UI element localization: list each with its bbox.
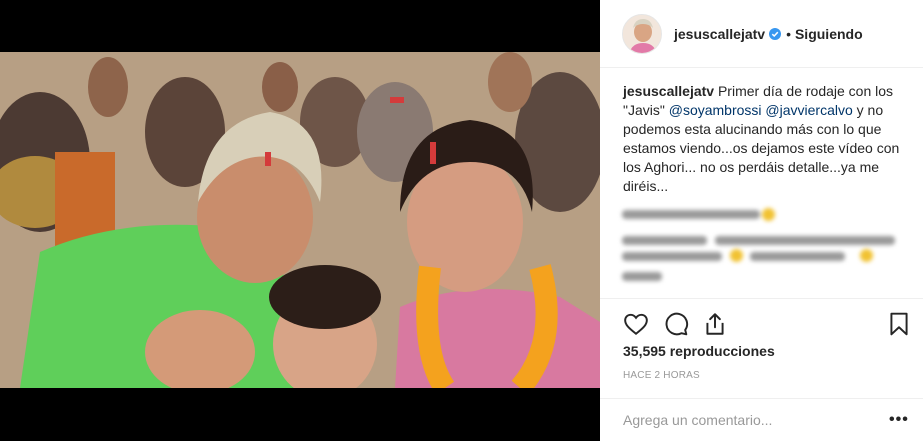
comment-icon[interactable]: [663, 311, 689, 337]
comment-input[interactable]: [623, 410, 873, 430]
post-video[interactable]: [0, 52, 600, 388]
verified-badge-icon: [769, 27, 782, 40]
caption-username-link[interactable]: jesuscallejatv: [623, 83, 714, 99]
avatar-image: [623, 14, 661, 53]
blurred-comments: [620, 202, 903, 284]
heart-icon[interactable]: [623, 311, 649, 337]
mention-link[interactable]: @javviercalvo: [765, 102, 852, 118]
post-timestamp[interactable]: HACE 2 HORAS: [623, 370, 700, 381]
share-icon[interactable]: [702, 311, 728, 337]
username-link[interactable]: jesuscallejatv: [674, 26, 765, 42]
video-frame: [0, 52, 600, 388]
post-header: jesuscallejatv • Siguiendo: [600, 0, 923, 68]
more-options-button[interactable]: •••: [889, 411, 909, 429]
mention-link[interactable]: @soyambrossi: [669, 102, 762, 118]
comment-bar: •••: [600, 398, 923, 441]
action-bar: [600, 298, 923, 340]
post-details-panel: jesuscallejatv • Siguiendo jesuscallejat…: [600, 0, 923, 441]
separator-dot: •: [786, 25, 791, 42]
following-button[interactable]: Siguiendo: [795, 26, 863, 42]
bookmark-icon[interactable]: [886, 311, 912, 337]
media-pane: [0, 0, 600, 441]
view-count[interactable]: 35,595 reproducciones: [623, 343, 775, 359]
post-caption: jesuscallejatv Primer día de rodaje con …: [623, 82, 913, 196]
avatar[interactable]: [622, 13, 662, 54]
